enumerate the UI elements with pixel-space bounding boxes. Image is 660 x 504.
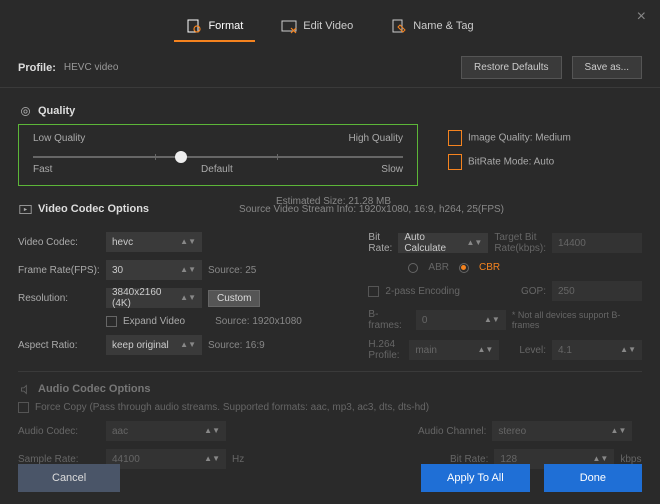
edit-video-icon <box>281 18 297 34</box>
profile-row: Profile: HEVC video Restore Defaults Sav… <box>0 42 660 88</box>
fps-select[interactable]: 30▲▼ <box>106 260 202 280</box>
abr-radio[interactable] <box>408 263 418 273</box>
quality-title: Quality <box>38 105 75 117</box>
save-as-button[interactable]: Save as... <box>572 56 642 79</box>
resolution-select[interactable]: 3840x2160 (4K)▲▼ <box>106 288 202 308</box>
low-quality-label: Low Quality <box>33 133 85 144</box>
high-quality-label: High Quality <box>349 133 403 144</box>
level-label: Level: <box>519 345 546 356</box>
gear-icon <box>18 104 32 118</box>
target-bitrate-input[interactable]: 14400 <box>552 233 642 253</box>
aspect-label: Aspect Ratio: <box>18 340 100 351</box>
two-pass-checkbox[interactable] <box>368 286 379 297</box>
h264-profile-label: H.264 Profile: <box>368 339 403 361</box>
bitrate-label: Bit Rate: <box>368 232 392 254</box>
quality-slider-box: Low Quality High Quality Fast Default Sl… <box>18 124 418 186</box>
bframes-note: * Not all devices support B-frames <box>512 310 642 330</box>
level-select[interactable]: 4.1▲▼ <box>552 340 642 360</box>
target-bitrate-label: Target Bit Rate(kbps): <box>494 232 546 254</box>
quality-slider[interactable] <box>33 156 403 158</box>
format-icon <box>186 18 202 34</box>
audio-codec-title: Audio Codec Options <box>38 383 150 395</box>
abr-label: ABR <box>428 262 449 273</box>
bframes-select[interactable]: 0▲▼ <box>416 310 506 330</box>
video-codec-title: Video Codec Options <box>38 203 149 215</box>
speaker-icon <box>18 382 32 396</box>
force-copy-checkbox[interactable] <box>18 402 29 413</box>
cancel-button[interactable]: Cancel <box>18 464 120 492</box>
video-codec-select[interactable]: hevc▲▼ <box>106 232 202 252</box>
footer: Cancel Apply To All Done <box>0 452 660 504</box>
bframes-label: B-frames: <box>368 309 409 331</box>
audio-channel-select[interactable]: stereo▲▼ <box>492 421 632 441</box>
tab-edit-label: Edit Video <box>303 20 353 32</box>
aspect-source: Source: 16:9 <box>208 340 265 351</box>
video-icon <box>18 202 32 216</box>
tab-name-tag[interactable]: Name & Tag <box>379 12 485 42</box>
gop-label: GOP: <box>521 286 546 297</box>
h264-profile-select[interactable]: main▲▼ <box>409 340 499 360</box>
expand-video-checkbox[interactable] <box>106 316 117 327</box>
fps-label: Frame Rate(FPS): <box>18 265 100 276</box>
done-button[interactable]: Done <box>544 464 642 492</box>
fps-source: Source: 25 <box>208 265 256 276</box>
tab-format-label: Format <box>208 20 243 32</box>
apply-to-all-button[interactable]: Apply To All <box>421 464 530 492</box>
doc-icon <box>448 154 462 170</box>
audio-codec-heading: Audio Codec Options <box>18 382 642 396</box>
name-tag-icon <box>391 18 407 34</box>
resolution-label: Resolution: <box>18 293 100 304</box>
fast-label: Fast <box>33 164 52 175</box>
default-label: Default <box>201 164 233 175</box>
audio-codec-select[interactable]: aac▲▼ <box>106 421 226 441</box>
estimated-size: Estimated Size: 21.28 MB <box>276 196 391 207</box>
cbr-label: CBR <box>479 262 500 273</box>
image-quality-info: Image Quality: Medium <box>448 130 571 146</box>
video-codec-heading: Video Codec Options <box>18 202 149 216</box>
resolution-source: Source: 1920x1080 <box>215 316 302 327</box>
audio-codec-label: Audio Codec: <box>18 426 100 437</box>
tab-edit-video[interactable]: Edit Video <box>269 12 365 42</box>
custom-resolution-button[interactable]: Custom <box>208 290 260 307</box>
gop-input[interactable]: 250 <box>552 281 642 301</box>
profile-value: HEVC video <box>64 62 118 73</box>
doc-icon <box>448 130 462 146</box>
restore-defaults-button[interactable]: Restore Defaults <box>461 56 561 79</box>
video-codec-label: Video Codec: <box>18 237 100 248</box>
close-icon[interactable]: × <box>637 8 646 26</box>
audio-channel-label: Audio Channel: <box>418 426 486 437</box>
aspect-select[interactable]: keep original▲▼ <box>106 335 202 355</box>
tabs: Format Edit Video Name & Tag <box>0 0 660 42</box>
force-copy-label: Force Copy (Pass through audio streams. … <box>35 402 429 413</box>
tab-format[interactable]: Format <box>174 12 255 42</box>
profile-label: Profile: <box>18 62 56 74</box>
tab-name-label: Name & Tag <box>413 20 473 32</box>
two-pass-label: 2-pass Encoding <box>385 286 460 297</box>
cbr-radio[interactable] <box>459 263 469 273</box>
bitrate-select[interactable]: Auto Calculate▲▼ <box>398 233 488 253</box>
expand-video-label: Expand Video <box>123 316 185 327</box>
slider-thumb[interactable] <box>175 151 187 163</box>
quality-heading: Quality <box>18 104 642 118</box>
slow-label: Slow <box>381 164 403 175</box>
bitrate-mode-info: BitRate Mode: Auto <box>448 154 571 170</box>
